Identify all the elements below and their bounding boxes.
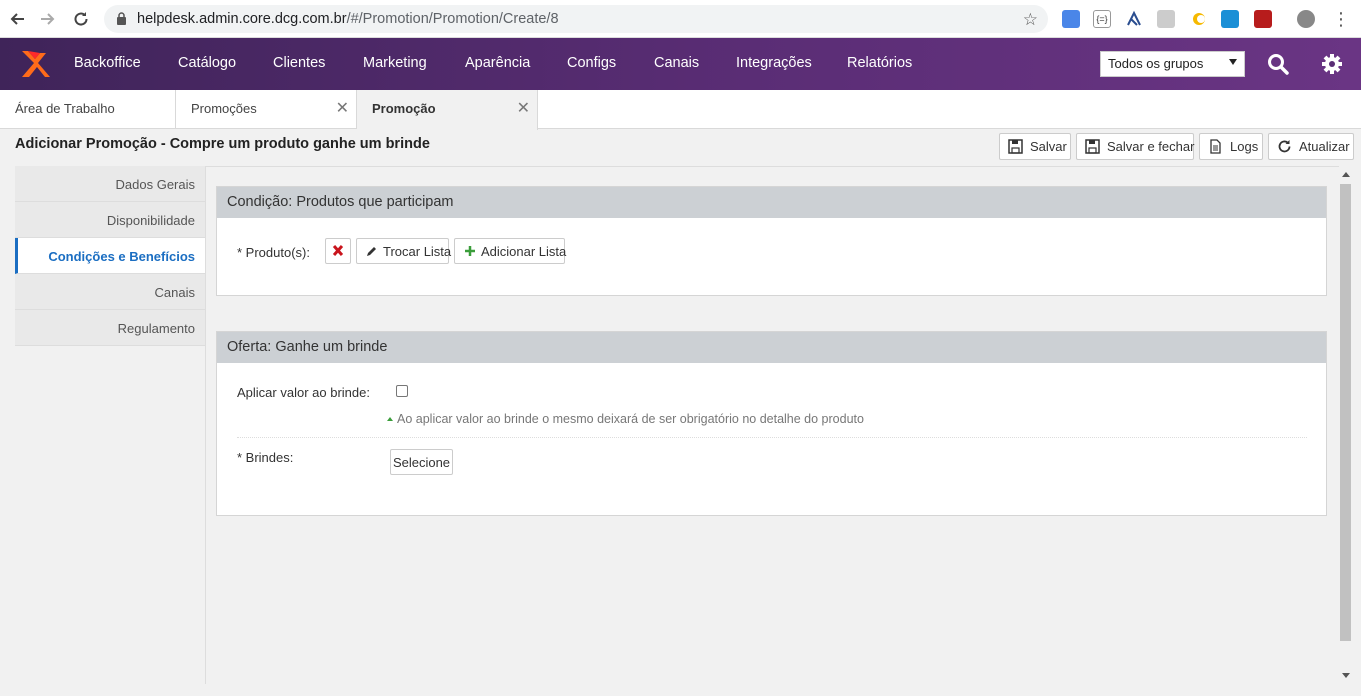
gear-icon[interactable]	[1320, 52, 1344, 76]
gifts-label: * Brindes:	[237, 450, 294, 465]
sidebar-item-dados-gerais[interactable]: Dados Gerais	[15, 166, 205, 202]
change-list-button[interactable]: Trocar Lista	[356, 238, 452, 264]
tab-label: Promoção	[372, 101, 436, 116]
apply-value-hint: Ao aplicar valor ao brinde o mesmo deixa…	[387, 412, 864, 426]
close-icon[interactable]: ✕	[336, 98, 349, 118]
menu-marketing[interactable]: Marketing	[363, 55, 427, 71]
scroll-thumb[interactable]	[1340, 184, 1351, 641]
menu-clientes[interactable]: Clientes	[273, 55, 325, 71]
json-extension-icon[interactable]: {=}	[1093, 10, 1111, 28]
plus-icon	[465, 246, 475, 256]
remove-list-button[interactable]	[325, 238, 351, 264]
tab-label: Área de Trabalho	[15, 101, 115, 116]
menu-relatorios[interactable]: Relatórios	[847, 55, 912, 71]
refresh-icon	[1278, 140, 1291, 153]
remove-x-icon	[332, 245, 344, 256]
file-text-icon	[1210, 139, 1221, 154]
extension-icon[interactable]	[1062, 10, 1080, 28]
menu-canais[interactable]: Canais	[654, 55, 699, 71]
section-sidebar: Dados Gerais Disponibilidade Condições e…	[15, 166, 206, 684]
group-select-value: Todos os grupos	[1108, 56, 1204, 71]
panel-title: Condição: Produtos que participam	[217, 187, 1326, 218]
menu-aparencia[interactable]: Aparência	[465, 55, 530, 71]
tab-promocao[interactable]: Promoção ✕	[357, 90, 538, 130]
close-icon[interactable]: ✕	[517, 98, 530, 118]
top-navigation: Backoffice Catálogo Clientes Marketing A…	[0, 38, 1361, 90]
refresh-label: Atualizar	[1299, 139, 1350, 154]
floppy-icon	[1085, 139, 1100, 154]
extension-icon[interactable]	[1221, 10, 1239, 28]
lock-icon	[116, 12, 127, 30]
back-icon[interactable]	[6, 8, 28, 30]
tabs-bar: Área de Trabalho Promoções ✕ Promoção ✕	[0, 90, 1361, 130]
extension-icon[interactable]	[1125, 10, 1143, 28]
add-list-label: Adicionar Lista	[481, 244, 567, 259]
caret-down-icon	[1229, 59, 1237, 65]
tab-label: Promoções	[191, 101, 257, 116]
avatar[interactable]	[1297, 10, 1315, 28]
floppy-icon	[1008, 139, 1023, 154]
url-text: helpdesk.admin.core.dcg.com.br/#/Promoti…	[137, 11, 559, 27]
logs-label: Logs	[1230, 139, 1259, 154]
reload-icon[interactable]	[70, 8, 92, 30]
tab-promocoes[interactable]: Promoções ✕	[176, 90, 357, 129]
extension-icon[interactable]	[1190, 10, 1208, 28]
group-select[interactable]: Todos os grupos	[1100, 51, 1245, 77]
sidebar-item-regulamento[interactable]: Regulamento	[15, 310, 205, 346]
offer-panel: Oferta: Ganhe um brinde Aplicar valor ao…	[216, 331, 1327, 516]
select-gifts-button[interactable]: Selecione	[390, 449, 453, 475]
caret-up-icon	[387, 417, 393, 421]
save-button[interactable]: Salvar	[999, 133, 1071, 160]
address-bar[interactable]: helpdesk.admin.core.dcg.com.br/#/Promoti…	[104, 5, 1048, 33]
scroll-up-icon[interactable]	[1342, 172, 1350, 177]
logs-button[interactable]: Logs	[1199, 133, 1263, 160]
menu-catalogo[interactable]: Catálogo	[178, 55, 236, 71]
products-label: * Produto(s):	[237, 245, 310, 260]
menu-backoffice[interactable]: Backoffice	[74, 55, 141, 71]
tab-area-de-trabalho[interactable]: Área de Trabalho	[0, 90, 176, 129]
sidebar-item-condicoes-beneficios[interactable]: Condições e Benefícios	[15, 238, 205, 274]
forward-icon[interactable]	[37, 8, 59, 30]
save-label: Salvar	[1030, 139, 1067, 154]
add-list-button[interactable]: Adicionar Lista	[454, 238, 567, 264]
change-list-label: Trocar Lista	[383, 244, 452, 259]
condition-panel: Condição: Produtos que participam * Prod…	[216, 186, 1327, 296]
brand-logo[interactable]	[18, 47, 52, 81]
pencil-icon	[367, 247, 376, 256]
page-title: Adicionar Promoção - Compre um produto g…	[15, 136, 430, 152]
divider	[237, 437, 1307, 438]
sidebar-item-canais[interactable]: Canais	[15, 274, 205, 310]
apply-value-label: Aplicar valor ao brinde:	[237, 385, 370, 400]
scroll-down-icon[interactable]	[1342, 673, 1350, 678]
menu-integracoes[interactable]: Integrações	[736, 55, 812, 71]
browser-toolbar: helpdesk.admin.core.dcg.com.br/#/Promoti…	[0, 0, 1361, 38]
kebab-menu-icon[interactable]: ⋮	[1330, 8, 1352, 30]
divider	[15, 166, 1340, 167]
apply-value-checkbox[interactable]	[396, 385, 408, 397]
extension-icon[interactable]	[1157, 10, 1175, 28]
save-close-button[interactable]: Salvar e fechar	[1076, 133, 1194, 160]
sidebar-item-disponibilidade[interactable]: Disponibilidade	[15, 202, 205, 238]
search-icon[interactable]	[1266, 52, 1290, 76]
bookmark-star-icon[interactable]: ☆	[1023, 10, 1038, 30]
hint-text: Ao aplicar valor ao brinde o mesmo deixa…	[397, 412, 864, 426]
refresh-button[interactable]: Atualizar	[1268, 133, 1354, 160]
save-close-label: Salvar e fechar	[1107, 139, 1195, 154]
extension-icon[interactable]	[1254, 10, 1272, 28]
menu-configs[interactable]: Configs	[567, 55, 616, 71]
page-scrollbar[interactable]	[1339, 166, 1353, 686]
panel-title: Oferta: Ganhe um brinde	[217, 332, 1326, 363]
